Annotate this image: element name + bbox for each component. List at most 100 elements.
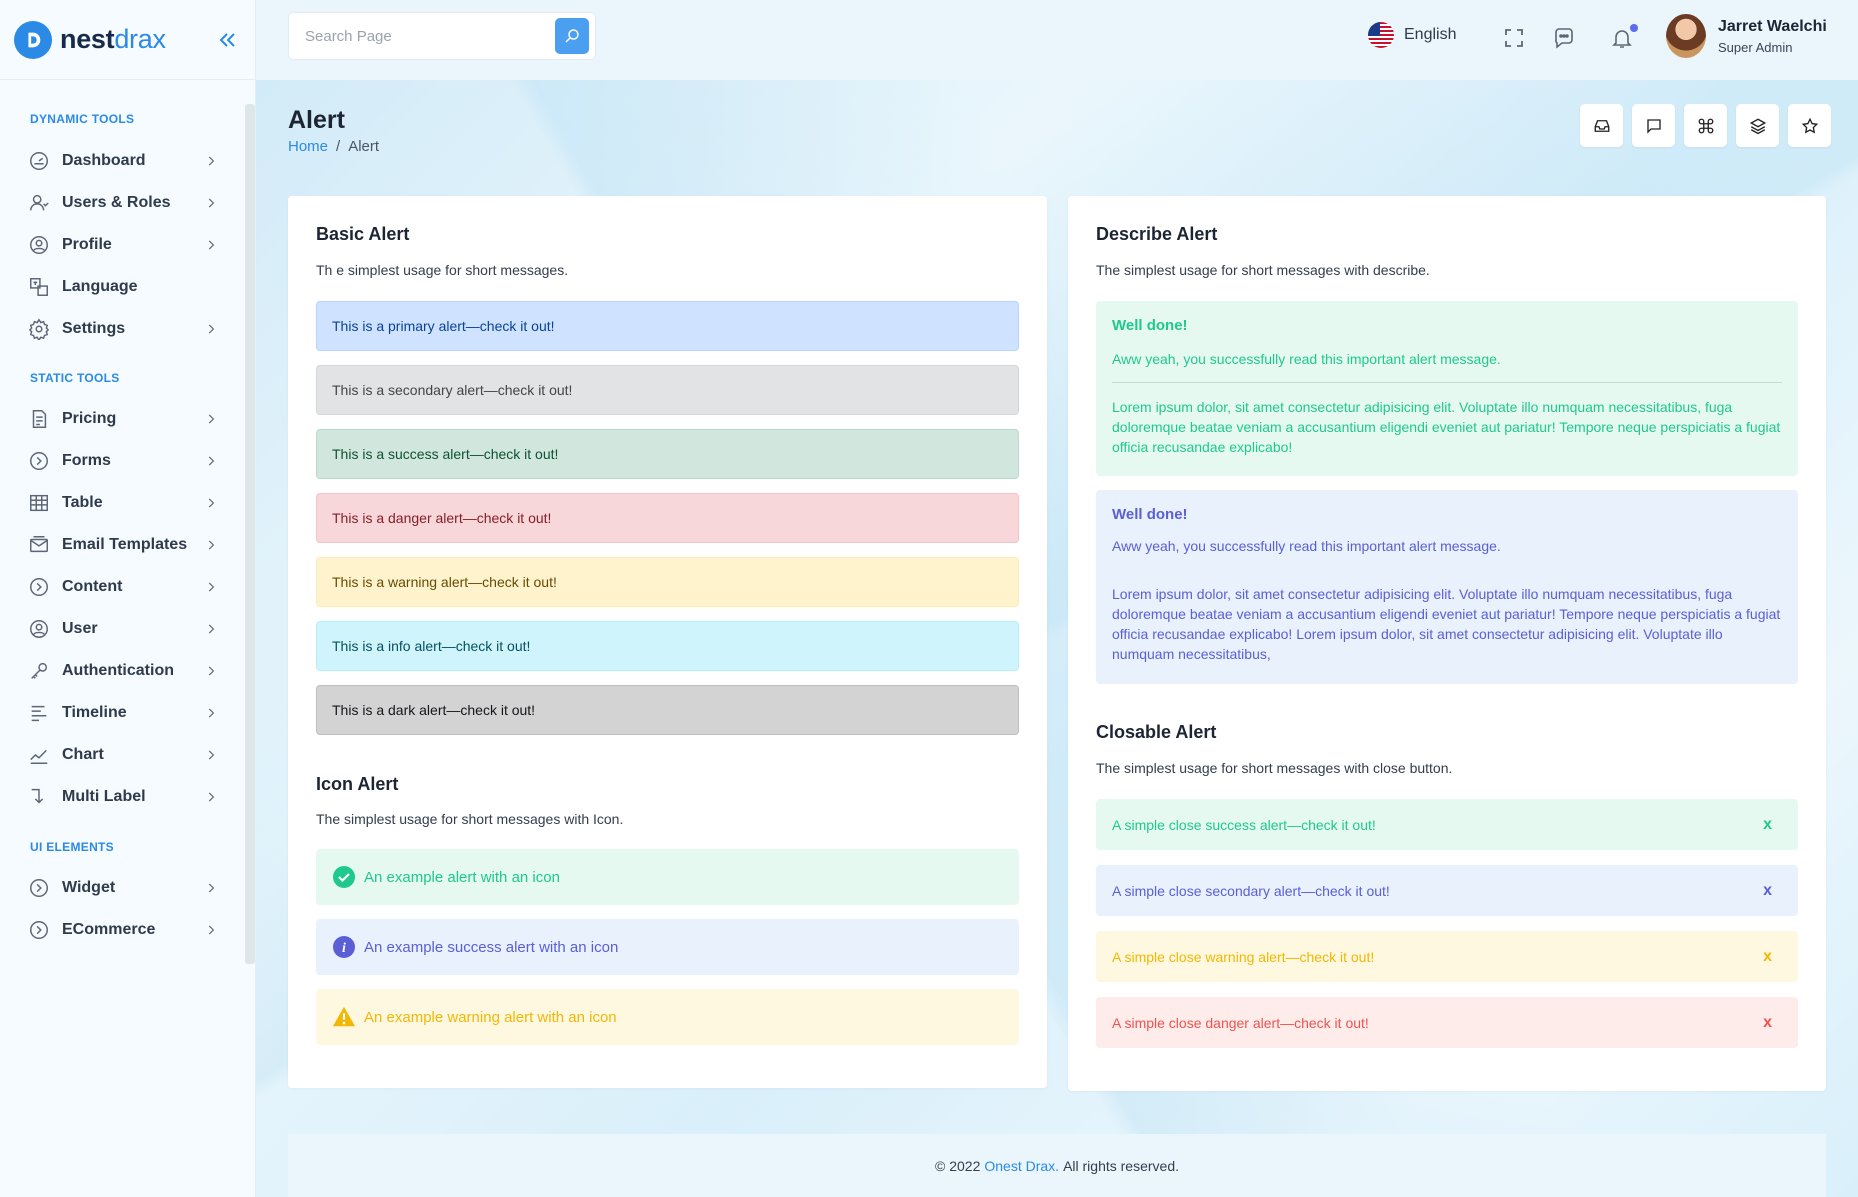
describe-alert-body: Lorem ipsum dolor, sit amet consectetur … (1112, 399, 1781, 455)
command-icon (1698, 118, 1713, 133)
sidebar-item-label: Widget (62, 879, 116, 896)
content-icon (30, 578, 48, 596)
sidebar-section-static: STATIC TOOLS (30, 371, 120, 385)
icon-alert-success: An example alert with an icon (316, 849, 1019, 905)
sidebar: nestdrax DYNAMIC TOOLS Dashboard Users &… (0, 0, 256, 1197)
closable-alert-subtitle: The simplest usage for short messages wi… (1096, 760, 1453, 776)
sidebar-item-label: Users & Roles (62, 194, 171, 211)
alert-text: This is a dark alert—check it out! (332, 702, 536, 718)
icon-alert-text: An example success alert with an icon (364, 938, 619, 956)
sidebar-item-users-roles[interactable]: Users & Roles (0, 182, 246, 224)
sidebar-scrollbar[interactable] (245, 104, 255, 964)
sidebar-item-settings[interactable]: Settings (0, 308, 246, 350)
search-input[interactable] (289, 27, 555, 45)
sidebar-item-table[interactable]: Table (0, 482, 246, 524)
basic-alert-title: Basic Alert (316, 224, 410, 244)
command-button[interactable] (1684, 104, 1727, 147)
avatar (1666, 14, 1706, 58)
layers-button[interactable] (1736, 104, 1779, 147)
sidebar-item-label: Timeline (62, 704, 127, 721)
chat-icon[interactable] (1552, 26, 1576, 50)
star-button[interactable] (1788, 104, 1831, 147)
star-icon (1801, 117, 1818, 133)
profile-icon (30, 236, 48, 254)
message-icon (1646, 118, 1661, 134)
footer-prefix: © 2022 (935, 1157, 981, 1174)
footer-brand-link[interactable]: Onest Drax. (984, 1158, 1059, 1174)
chevron-right-icon (208, 324, 215, 334)
breadcrumb-current: Alert (348, 138, 380, 155)
page-toolbar (1580, 104, 1831, 147)
sidebar-item-label: Authentication (62, 662, 174, 679)
search-box (288, 12, 596, 60)
chevron-right-icon (208, 792, 215, 802)
alert-text: This is a success alert—check it out! (332, 446, 559, 462)
sidebar-item-label: Multi Label (62, 788, 146, 805)
chevron-right-icon (208, 750, 215, 760)
alert-primary: This is a primary alert—check it out! (316, 301, 1019, 351)
sidebar-item-pricing[interactable]: Pricing (0, 398, 246, 440)
sidebar-item-profile[interactable]: Profile (0, 224, 246, 266)
sidebar-item-user[interactable]: User (0, 608, 246, 650)
user-name: Jarret Waelchi (1718, 17, 1827, 35)
user-menu[interactable]: Jarret Waelchi Super Admin (1666, 14, 1827, 58)
closable-alert-secondary: A simple close secondary alert—check it … (1096, 865, 1798, 916)
footer: © 2022 Onest Drax. All rights reserved. (288, 1134, 1826, 1197)
chevron-right-icon (208, 414, 215, 424)
describe-alert-divider (1112, 382, 1782, 383)
layers-icon (1749, 117, 1766, 134)
sidebar-item-ecommerce[interactable]: ECommerce (0, 909, 246, 951)
sidebar-item-forms[interactable]: Forms (0, 440, 246, 482)
sidebar-item-timeline[interactable]: Timeline (0, 692, 246, 734)
page-title: Alert (288, 106, 345, 134)
close-button[interactable]: x (1763, 816, 1772, 834)
ecommerce-icon (30, 921, 48, 939)
chevron-right-icon (208, 198, 215, 208)
closable-alert-danger: A simple close danger alert—check it out… (1096, 997, 1798, 1048)
info-circle-icon: i (332, 935, 356, 959)
icon-alert-info: i An example success alert with an icon (316, 919, 1019, 975)
sidebar-item-language[interactable]: Language (0, 266, 246, 308)
chevron-right-icon (208, 582, 215, 592)
chart-icon (30, 749, 48, 764)
describe-alert-success: Well done! Aww yeah, you successfully re… (1096, 301, 1798, 476)
logo-icon[interactable] (14, 20, 52, 59)
alert-text: This is a secondary alert—check it out! (332, 382, 573, 398)
sidebar-item-email-templates[interactable]: Email Templates (0, 524, 246, 566)
sidebar-item-label: ECommerce (62, 921, 156, 938)
sidebar-item-dashboard[interactable]: Dashboard (0, 140, 246, 182)
sidebar-item-label: Table (62, 494, 103, 511)
close-button[interactable]: x (1763, 882, 1772, 900)
search-icon (565, 29, 579, 43)
logo-text[interactable]: nestdrax (60, 24, 166, 55)
search-button[interactable] (555, 18, 589, 54)
describe-alert-body: Lorem ipsum dolor, sit amet consectetur … (1112, 586, 1781, 662)
sidebar-item-authentication[interactable]: Authentication (0, 650, 246, 692)
chevron-right-icon (208, 156, 215, 166)
inbox-button[interactable] (1580, 104, 1623, 147)
sidebar-item-label: Pricing (62, 410, 117, 427)
right-card: Describe Alert The simplest usage for sh… (1068, 196, 1826, 1091)
sidebar-item-content[interactable]: Content (0, 566, 246, 608)
sidebar-item-label: Email Templates (62, 536, 188, 553)
closable-alert-text: A simple close warning alert—check it ou… (1112, 948, 1375, 965)
message-button[interactable] (1632, 104, 1675, 147)
sidebar-item-widget[interactable]: Widget (0, 867, 246, 909)
describe-alert-heading: Well done! (1112, 506, 1188, 523)
sidebar-item-multi-label[interactable]: Multi Label (0, 776, 246, 818)
timeline-icon (31, 705, 47, 722)
breadcrumb-separator: / (336, 138, 341, 155)
closable-alert-title: Closable Alert (1096, 722, 1217, 742)
describe-alert-heading: Well done! (1112, 317, 1188, 334)
close-button[interactable]: x (1763, 948, 1772, 966)
sidebar-item-chart[interactable]: Chart (0, 734, 246, 776)
fullscreen-icon[interactable] (1502, 26, 1526, 50)
describe-alert-subtitle: The simplest usage for short messages wi… (1096, 262, 1430, 278)
close-button[interactable]: x (1763, 1014, 1772, 1032)
describe-alert-title: Describe Alert (1096, 224, 1218, 244)
language-selector[interactable]: English (1368, 22, 1456, 48)
sidebar-item-label: Dashboard (62, 152, 146, 169)
breadcrumb-home[interactable]: Home (288, 138, 328, 155)
collapse-sidebar-icon[interactable] (215, 28, 239, 52)
chevron-right-icon (208, 925, 215, 935)
